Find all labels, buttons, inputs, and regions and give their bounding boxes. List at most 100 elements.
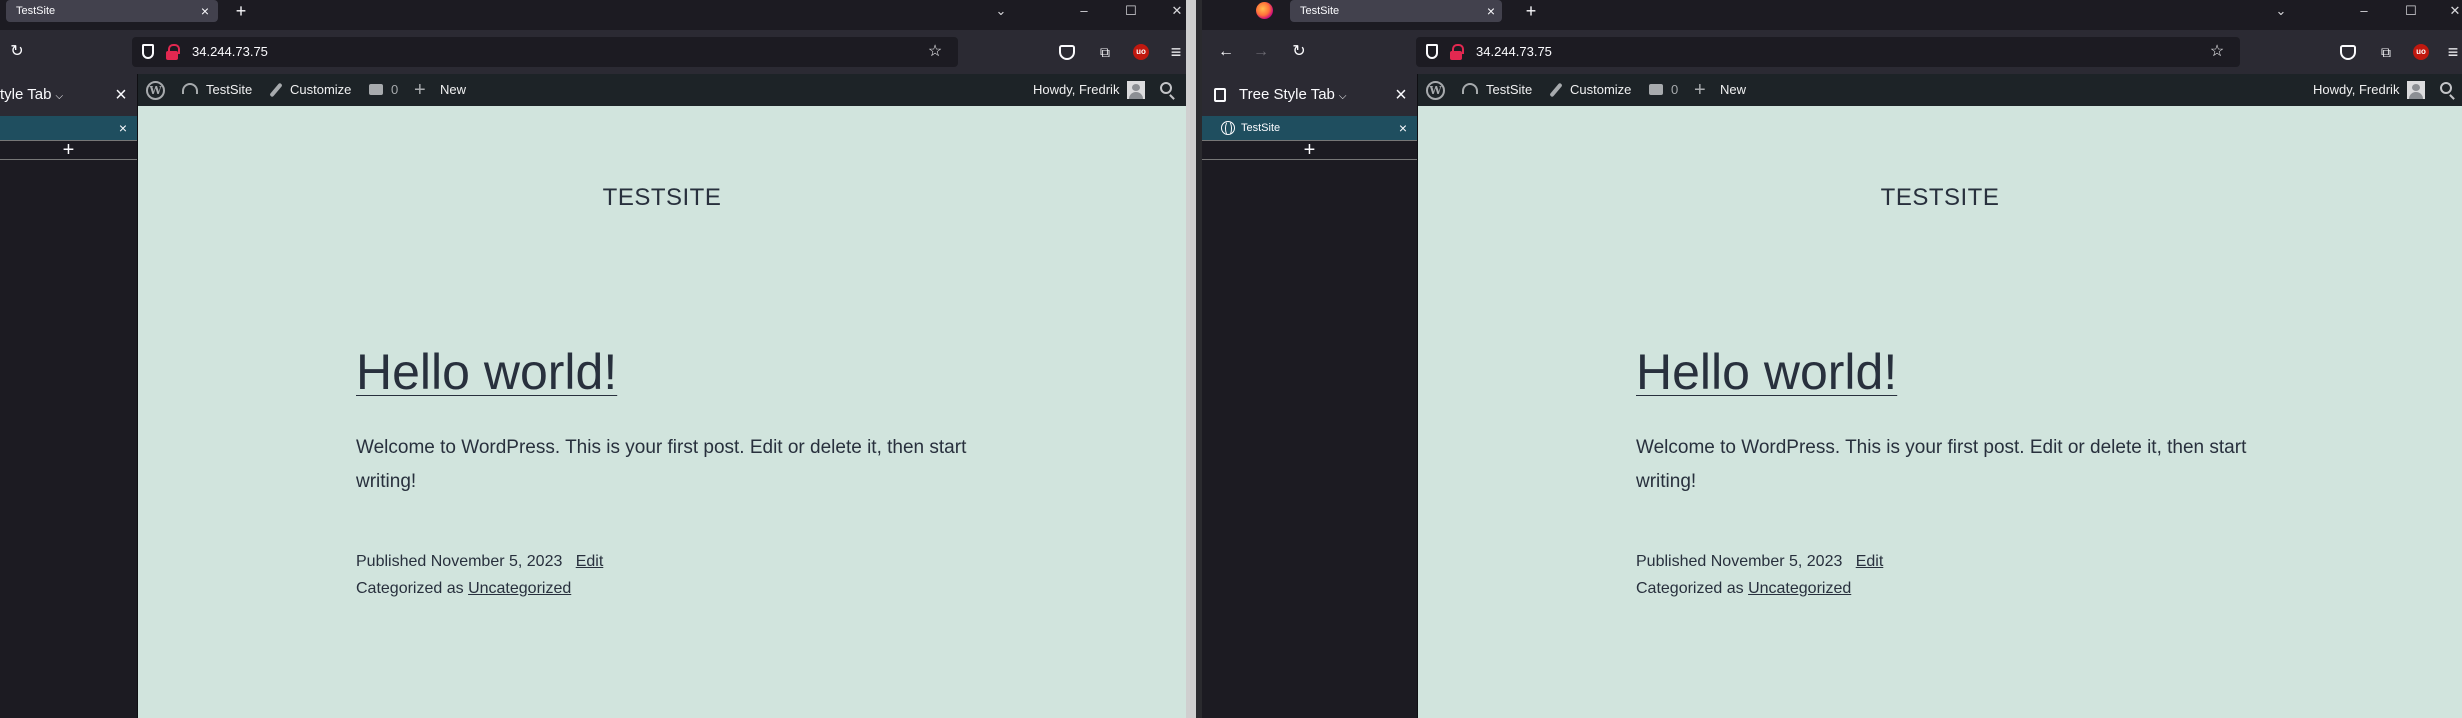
category-link[interactable]: Uncategorized	[1748, 580, 1851, 597]
categorized-prefix: Categorized as	[1636, 580, 1744, 597]
close-sidebar-icon[interactable]: ×	[111, 74, 131, 116]
hamburger-menu-icon[interactable]: ≡	[2442, 41, 2462, 63]
admin-bar-greeting[interactable]: Howdy, Fredrik	[2313, 74, 2399, 106]
hamburger-menu-icon[interactable]: ≡	[1165, 41, 1186, 63]
edit-link[interactable]: Edit	[1856, 553, 1884, 570]
ublock-icon[interactable]: uo	[2413, 44, 2429, 60]
new-tab-button[interactable]: +	[230, 0, 252, 22]
sidebar-header[interactable]: tyle Tab ⌵ ×	[0, 74, 137, 116]
extensions-icon[interactable]: ⧉	[2375, 41, 2397, 63]
browser-tab-testsite[interactable]: TestSite	[1290, 0, 1502, 22]
sidebar-title[interactable]: tyle Tab ⌵	[0, 74, 63, 118]
search-icon[interactable]	[1160, 82, 1172, 94]
admin-bar-site-name[interactable]: TestSite	[1486, 74, 1532, 106]
categorized-prefix: Categorized as	[356, 580, 464, 597]
bookmark-star-icon[interactable]: ☆	[2206, 41, 2228, 63]
post-meta: Published November 5, 2023 Edit Categori…	[356, 548, 603, 602]
nav-bar: ↻ 34.244.73.75 ☆ ⧉ uo ≡	[0, 30, 1186, 74]
avatar[interactable]	[2407, 81, 2425, 99]
reload-icon[interactable]: ↻	[1288, 41, 1310, 63]
url-bar[interactable]: 34.244.73.75 ☆	[132, 37, 958, 67]
admin-bar-new[interactable]: New	[1720, 74, 1746, 106]
reload-icon[interactable]: ↻	[6, 41, 28, 63]
extensions-icon[interactable]: ⧉	[1094, 41, 1116, 63]
page-content: TESTSITE Hello world! Welcome to WordPre…	[1418, 106, 2462, 718]
browser-tab-title: TestSite	[1300, 5, 1340, 17]
nav-bar: ← → ↻ 34.244.73.75 ☆ ⧉ uo ≡	[1202, 30, 2462, 74]
tree-style-tab-icon	[1214, 88, 1226, 102]
ublock-icon[interactable]: uo	[1133, 44, 1149, 60]
sidebar-new-tab-button[interactable]: +	[1202, 140, 1417, 160]
site-title[interactable]: TESTSITE	[138, 184, 1186, 212]
dashboard-icon	[1462, 83, 1478, 94]
wordpress-logo-icon[interactable]: W	[1426, 81, 1445, 100]
url-bar[interactable]: 34.244.73.75 ☆	[1416, 37, 2240, 67]
sidebar-title[interactable]: Tree Style Tab ⌵	[1239, 74, 1346, 118]
url-text[interactable]: 34.244.73.75	[192, 37, 268, 67]
comments-count[interactable]: 0	[391, 74, 398, 106]
plus-icon[interactable]: +	[414, 74, 426, 106]
close-tree-tab-icon[interactable]: ×	[1395, 116, 1411, 140]
forward-icon[interactable]: →	[1250, 41, 1272, 63]
close-window-icon[interactable]: ✕	[2442, 0, 2462, 22]
minimize-icon[interactable]: –	[1071, 0, 1097, 22]
admin-bar-new[interactable]: New	[440, 74, 466, 106]
published-date[interactable]: November 5, 2023	[1711, 553, 1843, 570]
pocket-icon[interactable]	[1059, 45, 1075, 60]
tree-style-tab-sidebar: tyle Tab ⌵ × × +	[0, 74, 138, 718]
browser-tab-title: TestSite	[16, 5, 56, 17]
tree-style-tab-sidebar: Tree Style Tab ⌵ × TestSite × +	[1202, 74, 1418, 718]
admin-bar-customize[interactable]: Customize	[1570, 74, 1631, 106]
admin-bar-greeting[interactable]: Howdy, Fredrik	[1033, 74, 1119, 106]
browser-tab-testsite[interactable]: TestSite	[6, 0, 218, 22]
plus-icon[interactable]: +	[1694, 74, 1706, 106]
dashboard-icon	[182, 83, 198, 94]
close-tree-tab-icon[interactable]: ×	[115, 116, 131, 140]
chevron-down-icon: ⌵	[55, 91, 64, 102]
bookmark-star-icon[interactable]: ☆	[924, 41, 946, 63]
site-title[interactable]: TESTSITE	[1418, 184, 2462, 212]
admin-bar-site-name[interactable]: TestSite	[206, 74, 252, 106]
maximize-icon[interactable]: ☐	[1118, 0, 1144, 22]
post-body: Welcome to WordPress. This is your first…	[1636, 437, 2247, 492]
list-all-tabs-chevron-down-icon[interactable]: ⌄	[2268, 0, 2294, 22]
sidebar-header[interactable]: Tree Style Tab ⌵ ×	[1202, 74, 1417, 116]
close-sidebar-icon[interactable]: ×	[1391, 74, 1411, 116]
close-tab-icon[interactable]: ×	[196, 0, 214, 22]
post-title[interactable]: Hello world!	[356, 342, 617, 402]
search-icon[interactable]	[2440, 82, 2452, 94]
back-icon[interactable]: ←	[1215, 41, 1237, 63]
comment-bubble-icon[interactable]	[369, 84, 383, 95]
insecure-lock-icon[interactable]	[166, 44, 180, 60]
published-date[interactable]: November 5, 2023	[431, 553, 563, 570]
avatar[interactable]	[1127, 81, 1145, 99]
insecure-lock-icon[interactable]	[1450, 44, 1464, 60]
list-all-tabs-chevron-down-icon[interactable]: ⌄	[988, 0, 1014, 22]
wp-admin-bar: W TestSite Customize 0 + New Howdy, Fred…	[138, 74, 1186, 106]
close-tab-icon[interactable]: ×	[1482, 0, 1500, 22]
shield-icon[interactable]	[1426, 44, 1438, 59]
edit-link[interactable]: Edit	[576, 553, 604, 570]
pocket-icon[interactable]	[2340, 45, 2356, 60]
post-title[interactable]: Hello world!	[1636, 342, 1897, 402]
category-link[interactable]: Uncategorized	[468, 580, 571, 597]
tree-tab-item-testsite[interactable]: TestSite ×	[1202, 116, 1417, 140]
post-body: Welcome to WordPress. This is your first…	[356, 437, 967, 492]
new-tab-button[interactable]: +	[1520, 0, 1542, 22]
chevron-down-icon: ⌵	[1338, 91, 1347, 102]
admin-bar-customize[interactable]: Customize	[290, 74, 351, 106]
shield-icon[interactable]	[142, 44, 154, 59]
firefox-logo-icon	[1256, 2, 1273, 19]
published-prefix: Published	[356, 553, 427, 570]
comments-count[interactable]: 0	[1671, 74, 1678, 106]
minimize-icon[interactable]: –	[2351, 0, 2377, 22]
sidebar-new-tab-button[interactable]: +	[0, 140, 137, 160]
tree-tab-item-testsite[interactable]: ×	[0, 116, 137, 140]
close-window-icon[interactable]: ✕	[1164, 0, 1186, 22]
url-text[interactable]: 34.244.73.75	[1476, 37, 1552, 67]
comment-bubble-icon[interactable]	[1649, 84, 1663, 95]
post-meta: Published November 5, 2023 Edit Categori…	[1636, 548, 1883, 602]
browser-window-right: TestSite × + ⌄ – ☐ ✕ ← → ↻ 34.244.73.75 …	[1202, 0, 2462, 718]
wordpress-logo-icon[interactable]: W	[146, 81, 165, 100]
maximize-icon[interactable]: ☐	[2398, 0, 2424, 22]
